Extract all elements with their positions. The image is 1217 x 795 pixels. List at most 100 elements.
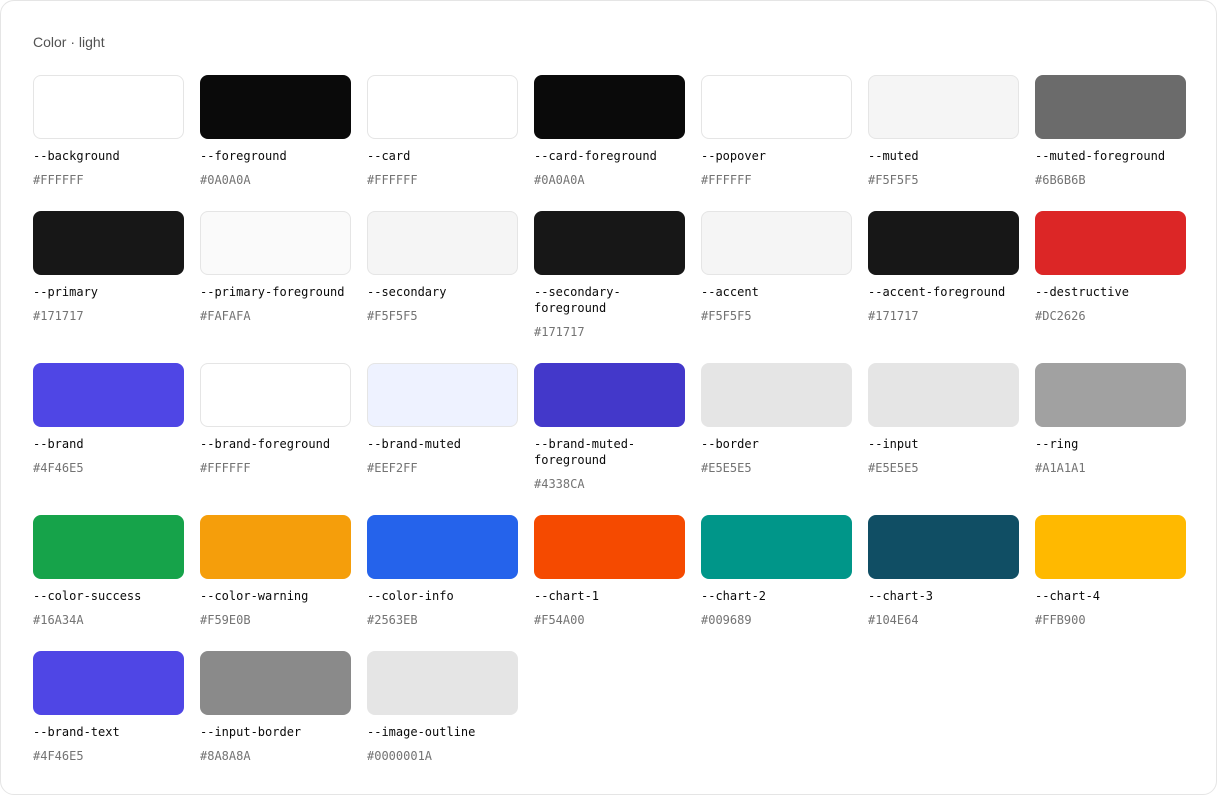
color-token: --brand-muted- foreground #4338CA (534, 363, 685, 515)
swatch-row: --brand #4F46E5 --brand-foreground #FFFFFF -… (33, 363, 1186, 515)
token-name: --background (33, 149, 120, 163)
color-token: --image-outline #0000001A (367, 651, 518, 791)
token-name: --card-foreground (534, 149, 657, 163)
token-hex-value: #0A0A0A (200, 173, 251, 187)
swatch-row: --color-success #16A34A --color-warning #F5… (33, 515, 1186, 651)
color-swatch (534, 75, 685, 139)
token-hex-value: #E5E5E5 (868, 461, 919, 475)
color-token: --ring #A1A1A1 (1035, 363, 1186, 515)
token-name: --chart-4 (1035, 589, 1101, 603)
color-swatch (1035, 75, 1186, 139)
color-token-panel: Color · light --background #FFFFFF --foreg… (0, 0, 1217, 795)
color-token: --primary #171717 (33, 211, 184, 363)
token-hex-value: #FFFFFF (701, 173, 752, 187)
color-swatch (33, 363, 184, 427)
color-token: --card #FFFFFF (367, 75, 518, 211)
color-swatch (367, 651, 518, 715)
token-name: --primary-foreground (200, 285, 345, 299)
color-token: --chart-1 #F54A00 (534, 515, 685, 651)
token-name: --chart-1 (534, 589, 600, 603)
color-token: --card-foreground #0A0A0A (534, 75, 685, 211)
swatch-row: --brand-text #4F46E5 --input-border #8A8A8A… (33, 651, 1186, 791)
token-name: --accent (701, 285, 759, 299)
color-swatch (200, 363, 351, 427)
token-name: --ring (1035, 437, 1079, 451)
color-token: --popover #FFFFFF (701, 75, 852, 211)
token-name: --popover (701, 149, 767, 163)
token-hex-value: #171717 (868, 309, 919, 323)
color-token: --background #FFFFFF (33, 75, 184, 211)
color-token: --chart-3 #104E64 (868, 515, 1019, 651)
token-name: --border (701, 437, 759, 451)
token-name: --image-outline (367, 725, 476, 739)
color-swatch (200, 515, 351, 579)
token-name: --input (868, 437, 919, 451)
token-name: --foreground (200, 149, 287, 163)
token-hex-value: #0000001A (367, 749, 433, 763)
token-hex-value: #4F46E5 (33, 749, 84, 763)
color-token: --secondary- foreground #171717 (534, 211, 685, 363)
token-name: --chart-2 (701, 589, 767, 603)
token-hex-value: #E5E5E5 (701, 461, 752, 475)
color-swatch (534, 515, 685, 579)
color-token: --chart-4 #FFB900 (1035, 515, 1186, 651)
color-swatch (534, 211, 685, 275)
color-swatch (868, 211, 1019, 275)
color-token: --foreground #0A0A0A (200, 75, 351, 211)
token-name: --muted-foreground (1035, 149, 1166, 163)
color-token: --primary-foreground #FAFAFA (200, 211, 351, 363)
token-name: --muted (868, 149, 919, 163)
swatch-grid: --background #FFFFFF --foreground #0A0A0A --… (33, 75, 1186, 791)
token-name: --color-info (367, 589, 454, 603)
color-swatch (200, 211, 351, 275)
color-token: --color-info #2563EB (367, 515, 518, 651)
color-swatch (367, 75, 518, 139)
token-name: --brand-text (33, 725, 120, 739)
color-token: --input #E5E5E5 (868, 363, 1019, 515)
color-swatch (33, 211, 184, 275)
token-hex-value: #2563EB (367, 613, 418, 627)
token-name: --accent-foreground (868, 285, 1006, 299)
color-swatch (33, 651, 184, 715)
section-title: Color · light (33, 34, 105, 50)
color-swatch (1035, 515, 1186, 579)
color-token: --accent-foreground #171717 (868, 211, 1019, 363)
token-name: --card (367, 149, 411, 163)
color-swatch (200, 651, 351, 715)
token-hex-value: #8A8A8A (200, 749, 251, 763)
token-hex-value: #FFFFFF (200, 461, 251, 475)
color-swatch (868, 515, 1019, 579)
token-name: --brand (33, 437, 84, 451)
color-token: --input-border #8A8A8A (200, 651, 351, 791)
color-token: --secondary #F5F5F5 (367, 211, 518, 363)
token-hex-value: #104E64 (868, 613, 919, 627)
color-swatch (868, 75, 1019, 139)
color-token: --color-warning #F59E0B (200, 515, 351, 651)
color-swatch (33, 515, 184, 579)
token-hex-value: #DC2626 (1035, 309, 1086, 323)
token-name: --chart-3 (868, 589, 934, 603)
color-swatch (701, 363, 852, 427)
color-swatch (1035, 363, 1186, 427)
color-token: --brand-text #4F46E5 (33, 651, 184, 791)
token-hex-value: #009689 (701, 613, 752, 627)
color-swatch (701, 75, 852, 139)
token-name: --primary (33, 285, 99, 299)
token-hex-value: #16A34A (33, 613, 84, 627)
token-hex-value: #4F46E5 (33, 461, 84, 475)
color-swatch (1035, 211, 1186, 275)
color-swatch (33, 75, 184, 139)
color-token: --muted-foreground #6B6B6B (1035, 75, 1186, 211)
color-token: --muted #F5F5F5 (868, 75, 1019, 211)
swatch-row: --background #FFFFFF --foreground #0A0A0A --… (33, 75, 1186, 211)
token-hex-value: #171717 (534, 325, 585, 339)
token-hex-value: #F5F5F5 (367, 309, 418, 323)
token-hex-value: #FFB900 (1035, 613, 1086, 627)
token-name: --input-border (200, 725, 302, 739)
color-swatch (701, 515, 852, 579)
token-name: --secondary (367, 285, 447, 299)
color-swatch (367, 363, 518, 427)
color-token: --brand #4F46E5 (33, 363, 184, 515)
token-name: --color-success (33, 589, 142, 603)
color-token: --chart-2 #009689 (701, 515, 852, 651)
